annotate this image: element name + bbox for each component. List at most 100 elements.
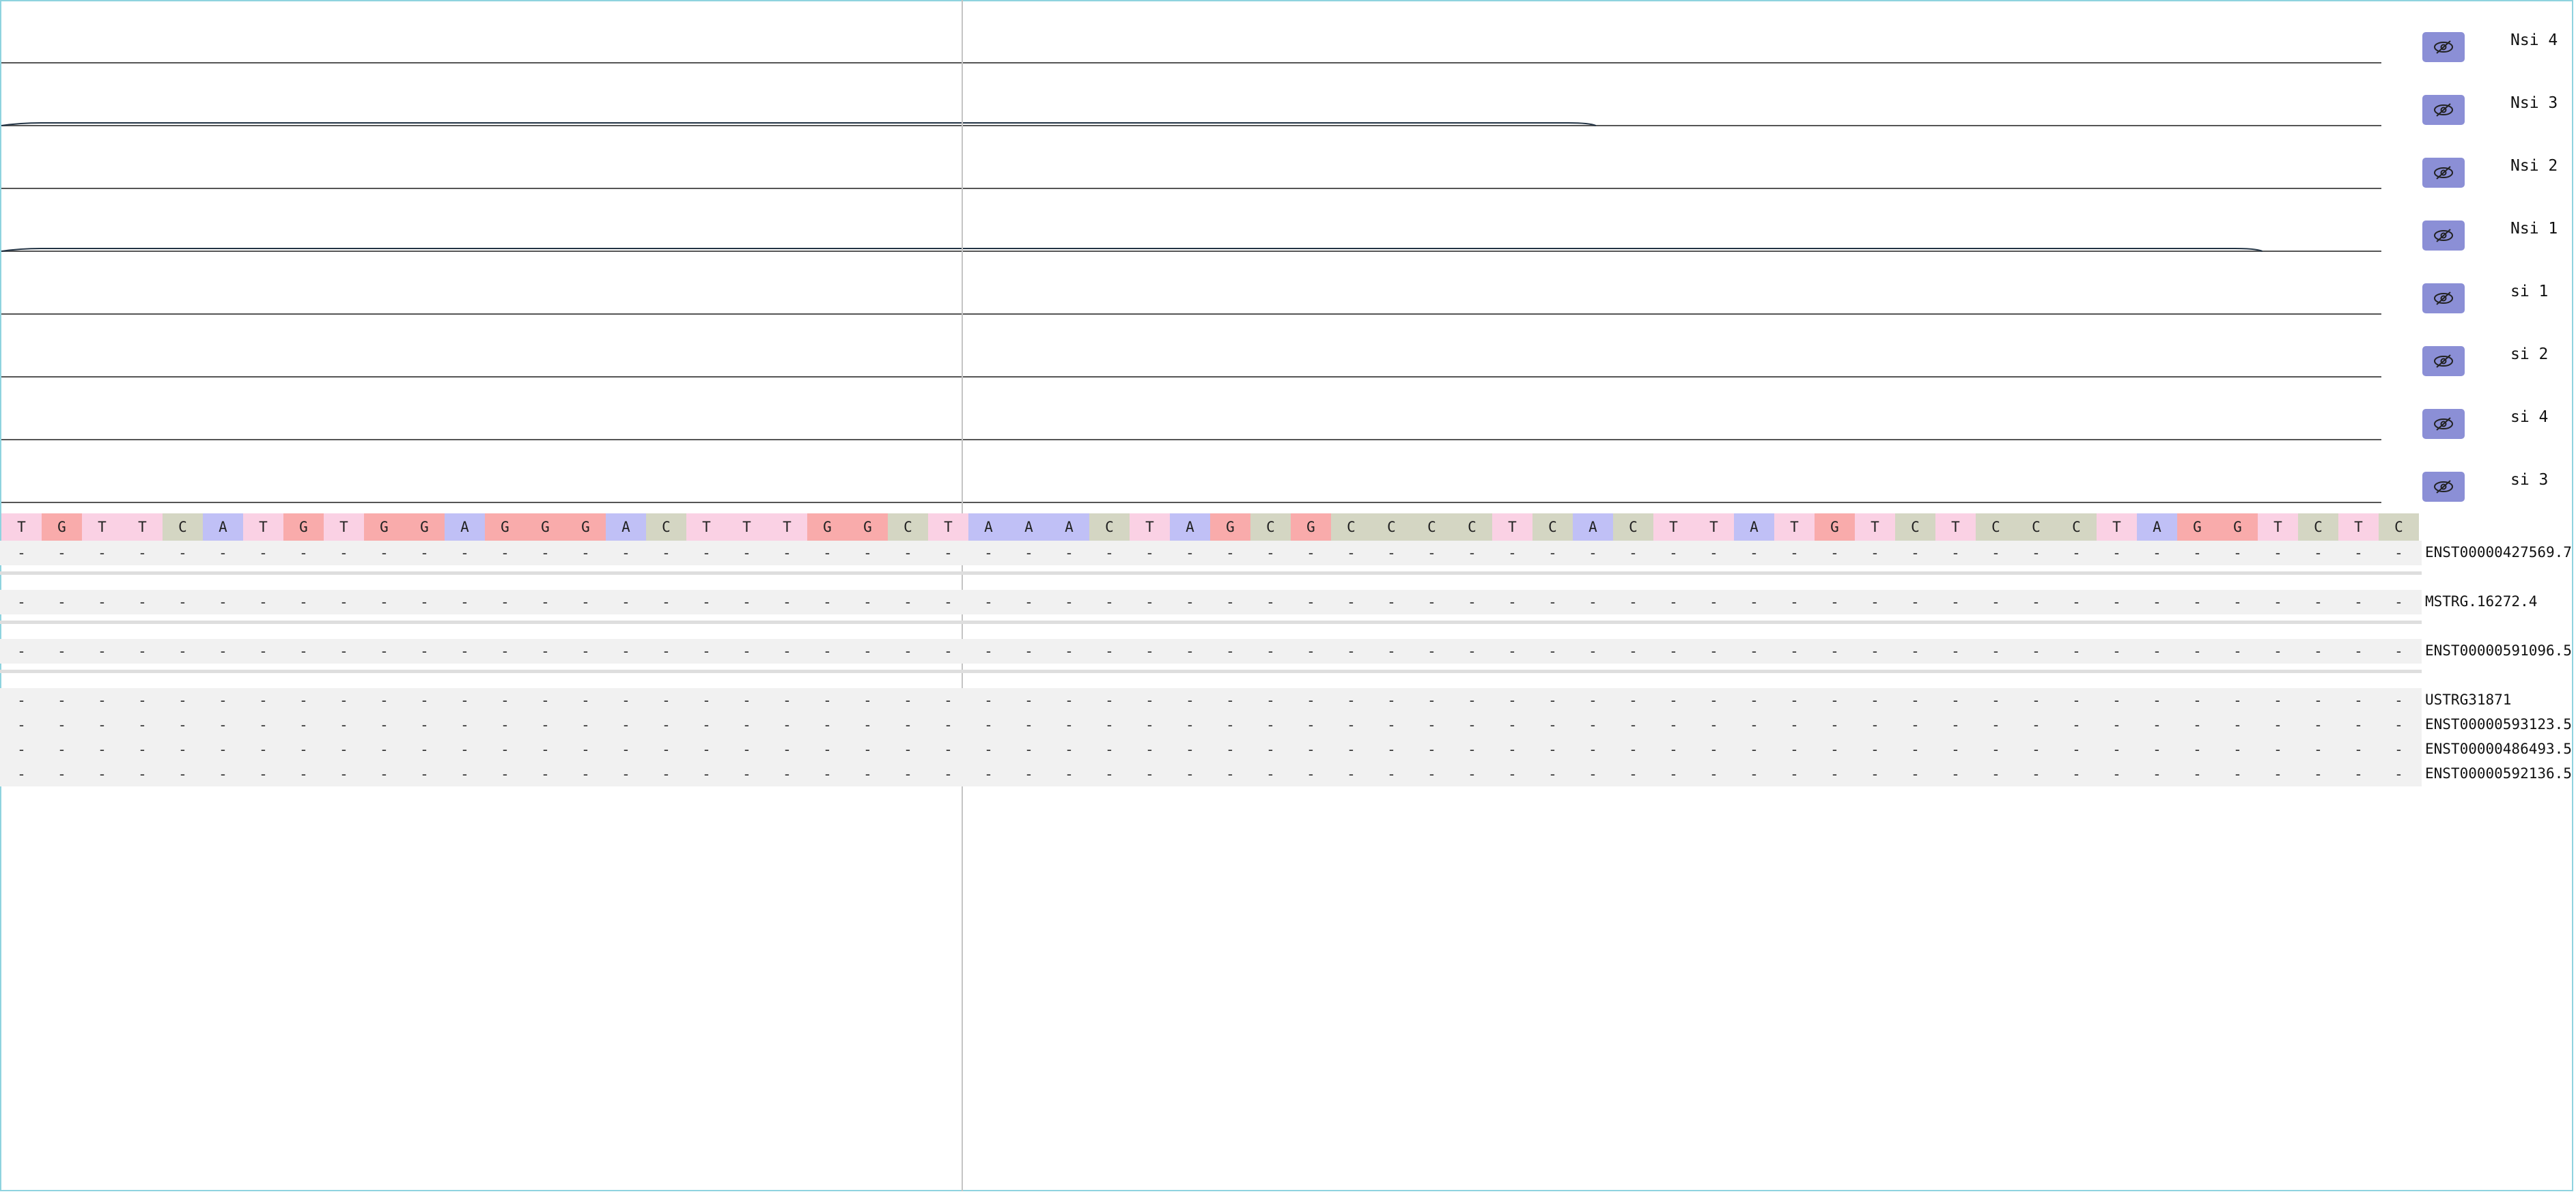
gap-cell: -: [138, 766, 147, 782]
base-cell: T: [1653, 513, 1694, 541]
gap-cell: -: [823, 766, 832, 782]
track-visibility-toggle[interactable]: [2422, 32, 2465, 62]
base-cell: C: [1895, 513, 1935, 541]
transcript-label: ENST00000427569.7: [2425, 544, 2572, 560]
gap-cell: -: [541, 692, 550, 709]
track-visibility-toggle[interactable]: [2422, 409, 2465, 439]
gap-cell: -: [2314, 692, 2323, 709]
gap-cell: -: [1588, 594, 1597, 610]
gap-cell: -: [1105, 741, 1114, 758]
gap-cell: -: [420, 545, 429, 561]
gap-cell: -: [702, 741, 711, 758]
gap-cell: -: [944, 717, 953, 733]
track-visibility-toggle[interactable]: [2422, 158, 2465, 188]
gap-cell: -: [1911, 741, 1920, 758]
base-cell: G: [807, 513, 848, 541]
gap-cell: -: [1024, 741, 1033, 758]
gap-cell: -: [2032, 692, 2041, 709]
gap-cell: -: [984, 643, 993, 659]
gap-cell: -: [460, 594, 469, 610]
gap-cell: -: [1186, 594, 1194, 610]
gap-cell: -: [1024, 692, 1033, 709]
gap-cell: -: [1306, 594, 1315, 610]
gap-cell: -: [904, 766, 912, 782]
gap-cell: -: [1951, 717, 1960, 733]
gap-cell: -: [1065, 545, 1074, 561]
gap-cell: -: [2112, 692, 2121, 709]
gap-cell: -: [380, 717, 389, 733]
gap-cell: -: [1790, 692, 1799, 709]
gap-cell: -: [1427, 766, 1436, 782]
gap-cell: -: [1266, 717, 1275, 733]
gap-cell: -: [702, 692, 711, 709]
gap-cell: -: [1588, 643, 1597, 659]
gap-cell: -: [2273, 692, 2282, 709]
base-cell: C: [1412, 513, 1452, 541]
gap-cell: -: [420, 741, 429, 758]
gap-cell: -: [1991, 741, 2000, 758]
gap-cell: -: [1951, 766, 1960, 782]
track-label: si 1: [2510, 283, 2549, 300]
gap-cell: -: [1588, 545, 1597, 561]
gap-cell: -: [1750, 643, 1759, 659]
gap-cell: -: [1347, 717, 1356, 733]
gap-cell: -: [904, 545, 912, 561]
gap-cell: -: [1427, 594, 1436, 610]
gap-cell: -: [1427, 643, 1436, 659]
gap-cell: -: [1186, 643, 1194, 659]
gap-cell: -: [1508, 741, 1517, 758]
gap-cell: -: [259, 741, 268, 758]
gap-cell: -: [1911, 594, 1920, 610]
eye-slash-icon: [2434, 229, 2453, 242]
gap-cell: -: [944, 741, 953, 758]
gap-cell: -: [1871, 692, 1879, 709]
eye-slash-icon: [2434, 40, 2453, 54]
gap-cell: -: [2193, 741, 2202, 758]
gap-cell: -: [1669, 692, 1678, 709]
gap-cell: -: [2112, 766, 2121, 782]
gap-cell: -: [662, 692, 671, 709]
gap-cell: -: [339, 717, 348, 733]
gap-cell: -: [2354, 545, 2363, 561]
transcript-row: ----------------------------------------…: [0, 541, 2422, 565]
gap-cell: -: [1588, 717, 1597, 733]
gap-cell: -: [1830, 766, 1839, 782]
gap-cell: -: [863, 594, 872, 610]
gap-cell: -: [984, 717, 993, 733]
gap-cell: -: [1468, 741, 1476, 758]
track-visibility-toggle[interactable]: [2422, 472, 2465, 502]
base-cell: T: [1492, 513, 1532, 541]
gap-cell: -: [299, 643, 308, 659]
gap-cell: -: [1145, 717, 1154, 733]
track-visibility-toggle[interactable]: [2422, 283, 2465, 313]
gap-cell: -: [662, 717, 671, 733]
gap-cell: -: [1387, 717, 1396, 733]
gap-cell: -: [1830, 594, 1839, 610]
gap-cell: -: [1065, 594, 1074, 610]
gap-cell: -: [1347, 766, 1356, 782]
transcript-label: MSTRG.16272.4: [2425, 593, 2538, 610]
track-visibility-toggle[interactable]: [2422, 221, 2465, 251]
gap-cell: -: [1830, 692, 1839, 709]
gap-cell: -: [57, 766, 66, 782]
gap-cell: -: [1629, 717, 1638, 733]
gap-cell: -: [1508, 643, 1517, 659]
gap-cell: -: [1427, 741, 1436, 758]
track-visibility-toggle[interactable]: [2422, 346, 2465, 376]
gap-cell: -: [501, 545, 509, 561]
gap-cell: -: [2153, 643, 2161, 659]
gap-cell: -: [1024, 545, 1033, 561]
gap-cell: -: [984, 741, 993, 758]
gap-cell: -: [1387, 692, 1396, 709]
gap-cell: -: [178, 717, 187, 733]
gap-cell: -: [1548, 717, 1557, 733]
base-cell: C: [2056, 513, 2097, 541]
gap-cell: -: [2112, 545, 2121, 561]
gap-cell: -: [581, 643, 590, 659]
gap-cell: -: [1871, 741, 1879, 758]
eye-slash-icon: [2434, 480, 2453, 494]
gap-cell: -: [1588, 692, 1597, 709]
track-visibility-toggle[interactable]: [2422, 95, 2465, 125]
gap-cell: -: [863, 741, 872, 758]
gap-cell: -: [1145, 643, 1154, 659]
